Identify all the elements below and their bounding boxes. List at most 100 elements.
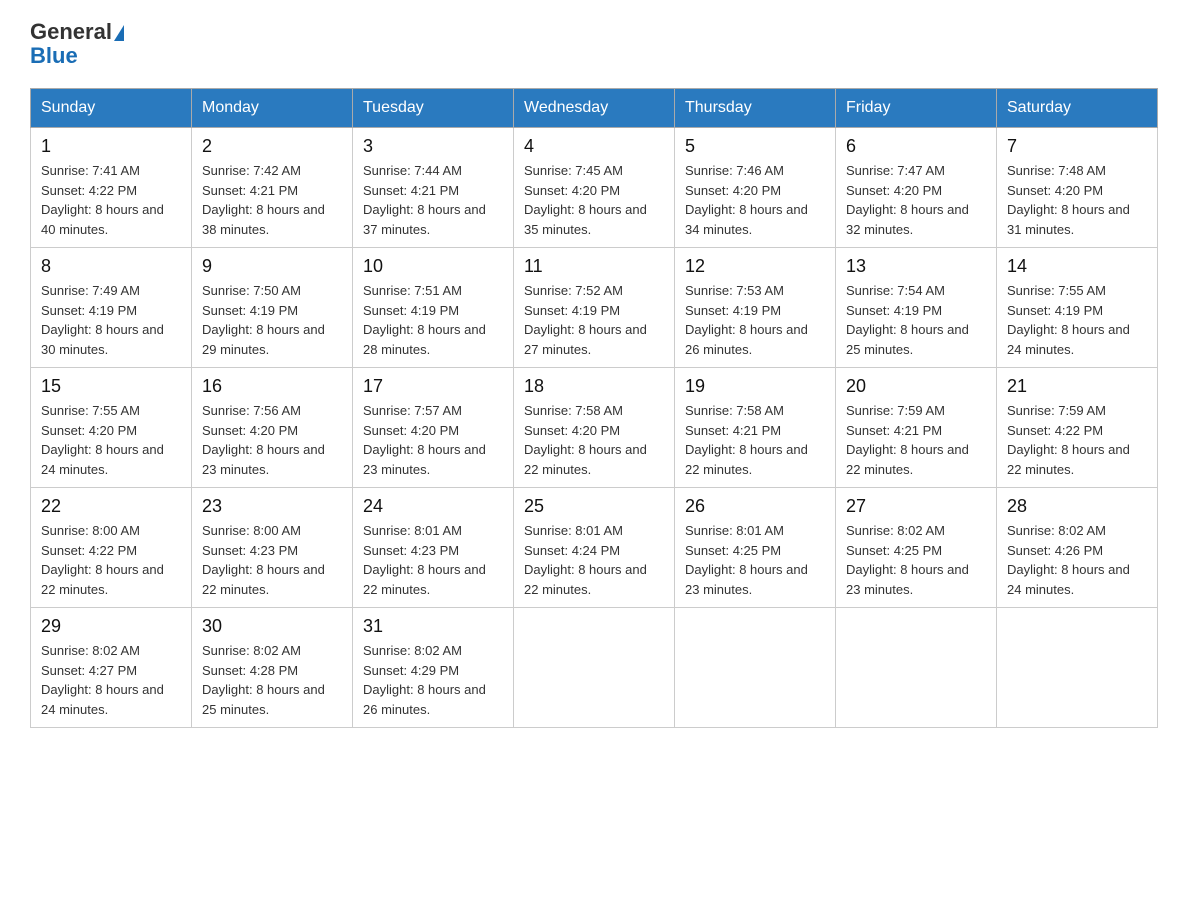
day-number: 5 xyxy=(685,136,825,157)
page-header: General Blue xyxy=(30,20,1158,68)
calendar-week-row: 1 Sunrise: 7:41 AM Sunset: 4:22 PM Dayli… xyxy=(31,128,1158,248)
calendar-day-cell: 11 Sunrise: 7:52 AM Sunset: 4:19 PM Dayl… xyxy=(514,248,675,368)
calendar-day-cell: 10 Sunrise: 7:51 AM Sunset: 4:19 PM Dayl… xyxy=(353,248,514,368)
day-info: Sunrise: 8:02 AM Sunset: 4:27 PM Dayligh… xyxy=(41,641,181,719)
day-info: Sunrise: 7:54 AM Sunset: 4:19 PM Dayligh… xyxy=(846,281,986,359)
day-info: Sunrise: 7:53 AM Sunset: 4:19 PM Dayligh… xyxy=(685,281,825,359)
day-info: Sunrise: 8:01 AM Sunset: 4:24 PM Dayligh… xyxy=(524,521,664,599)
calendar-day-cell: 13 Sunrise: 7:54 AM Sunset: 4:19 PM Dayl… xyxy=(836,248,997,368)
calendar-header-row: Sunday Monday Tuesday Wednesday Thursday… xyxy=(31,89,1158,128)
day-info: Sunrise: 8:00 AM Sunset: 4:23 PM Dayligh… xyxy=(202,521,342,599)
day-info: Sunrise: 8:02 AM Sunset: 4:29 PM Dayligh… xyxy=(363,641,503,719)
day-info: Sunrise: 7:58 AM Sunset: 4:20 PM Dayligh… xyxy=(524,401,664,479)
day-info: Sunrise: 8:01 AM Sunset: 4:25 PM Dayligh… xyxy=(685,521,825,599)
day-info: Sunrise: 7:59 AM Sunset: 4:22 PM Dayligh… xyxy=(1007,401,1147,479)
calendar-day-cell: 1 Sunrise: 7:41 AM Sunset: 4:22 PM Dayli… xyxy=(31,128,192,248)
day-number: 23 xyxy=(202,496,342,517)
day-info: Sunrise: 7:56 AM Sunset: 4:20 PM Dayligh… xyxy=(202,401,342,479)
calendar-day-cell: 23 Sunrise: 8:00 AM Sunset: 4:23 PM Dayl… xyxy=(192,488,353,608)
calendar-day-cell: 9 Sunrise: 7:50 AM Sunset: 4:19 PM Dayli… xyxy=(192,248,353,368)
calendar-table: Sunday Monday Tuesday Wednesday Thursday… xyxy=(30,88,1158,728)
calendar-day-cell: 26 Sunrise: 8:01 AM Sunset: 4:25 PM Dayl… xyxy=(675,488,836,608)
day-number: 8 xyxy=(41,256,181,277)
logo: General Blue xyxy=(30,20,124,68)
day-info: Sunrise: 7:55 AM Sunset: 4:20 PM Dayligh… xyxy=(41,401,181,479)
day-info: Sunrise: 7:42 AM Sunset: 4:21 PM Dayligh… xyxy=(202,161,342,239)
calendar-day-cell: 27 Sunrise: 8:02 AM Sunset: 4:25 PM Dayl… xyxy=(836,488,997,608)
calendar-day-cell: 16 Sunrise: 7:56 AM Sunset: 4:20 PM Dayl… xyxy=(192,368,353,488)
day-number: 13 xyxy=(846,256,986,277)
logo-blue-text: Blue xyxy=(30,44,124,68)
day-number: 20 xyxy=(846,376,986,397)
day-number: 28 xyxy=(1007,496,1147,517)
calendar-day-cell: 31 Sunrise: 8:02 AM Sunset: 4:29 PM Dayl… xyxy=(353,608,514,728)
logo-general-text: General xyxy=(30,19,112,44)
day-number: 9 xyxy=(202,256,342,277)
day-number: 12 xyxy=(685,256,825,277)
day-number: 24 xyxy=(363,496,503,517)
calendar-day-cell: 22 Sunrise: 8:00 AM Sunset: 4:22 PM Dayl… xyxy=(31,488,192,608)
day-info: Sunrise: 7:59 AM Sunset: 4:21 PM Dayligh… xyxy=(846,401,986,479)
day-number: 4 xyxy=(524,136,664,157)
col-thursday: Thursday xyxy=(675,89,836,128)
col-monday: Monday xyxy=(192,89,353,128)
day-number: 15 xyxy=(41,376,181,397)
day-info: Sunrise: 8:02 AM Sunset: 4:25 PM Dayligh… xyxy=(846,521,986,599)
day-number: 11 xyxy=(524,256,664,277)
calendar-day-cell: 2 Sunrise: 7:42 AM Sunset: 4:21 PM Dayli… xyxy=(192,128,353,248)
calendar-day-cell: 20 Sunrise: 7:59 AM Sunset: 4:21 PM Dayl… xyxy=(836,368,997,488)
calendar-day-cell: 24 Sunrise: 8:01 AM Sunset: 4:23 PM Dayl… xyxy=(353,488,514,608)
calendar-day-cell: 17 Sunrise: 7:57 AM Sunset: 4:20 PM Dayl… xyxy=(353,368,514,488)
col-tuesday: Tuesday xyxy=(353,89,514,128)
day-number: 17 xyxy=(363,376,503,397)
calendar-day-cell xyxy=(675,608,836,728)
day-number: 2 xyxy=(202,136,342,157)
day-number: 16 xyxy=(202,376,342,397)
day-number: 27 xyxy=(846,496,986,517)
day-number: 10 xyxy=(363,256,503,277)
calendar-day-cell: 15 Sunrise: 7:55 AM Sunset: 4:20 PM Dayl… xyxy=(31,368,192,488)
day-number: 29 xyxy=(41,616,181,637)
day-number: 1 xyxy=(41,136,181,157)
day-number: 31 xyxy=(363,616,503,637)
day-number: 25 xyxy=(524,496,664,517)
day-number: 6 xyxy=(846,136,986,157)
day-number: 22 xyxy=(41,496,181,517)
calendar-day-cell: 8 Sunrise: 7:49 AM Sunset: 4:19 PM Dayli… xyxy=(31,248,192,368)
day-info: Sunrise: 8:02 AM Sunset: 4:28 PM Dayligh… xyxy=(202,641,342,719)
calendar-week-row: 29 Sunrise: 8:02 AM Sunset: 4:27 PM Dayl… xyxy=(31,608,1158,728)
day-info: Sunrise: 7:44 AM Sunset: 4:21 PM Dayligh… xyxy=(363,161,503,239)
calendar-week-row: 8 Sunrise: 7:49 AM Sunset: 4:19 PM Dayli… xyxy=(31,248,1158,368)
day-number: 26 xyxy=(685,496,825,517)
day-info: Sunrise: 7:57 AM Sunset: 4:20 PM Dayligh… xyxy=(363,401,503,479)
col-friday: Friday xyxy=(836,89,997,128)
calendar-day-cell: 14 Sunrise: 7:55 AM Sunset: 4:19 PM Dayl… xyxy=(997,248,1158,368)
day-info: Sunrise: 8:02 AM Sunset: 4:26 PM Dayligh… xyxy=(1007,521,1147,599)
day-info: Sunrise: 7:47 AM Sunset: 4:20 PM Dayligh… xyxy=(846,161,986,239)
calendar-day-cell: 12 Sunrise: 7:53 AM Sunset: 4:19 PM Dayl… xyxy=(675,248,836,368)
logo-triangle-icon xyxy=(114,25,124,41)
day-info: Sunrise: 7:55 AM Sunset: 4:19 PM Dayligh… xyxy=(1007,281,1147,359)
day-number: 7 xyxy=(1007,136,1147,157)
calendar-day-cell: 7 Sunrise: 7:48 AM Sunset: 4:20 PM Dayli… xyxy=(997,128,1158,248)
day-number: 18 xyxy=(524,376,664,397)
calendar-day-cell xyxy=(514,608,675,728)
calendar-day-cell: 4 Sunrise: 7:45 AM Sunset: 4:20 PM Dayli… xyxy=(514,128,675,248)
day-info: Sunrise: 8:00 AM Sunset: 4:22 PM Dayligh… xyxy=(41,521,181,599)
day-number: 19 xyxy=(685,376,825,397)
day-number: 21 xyxy=(1007,376,1147,397)
calendar-day-cell: 19 Sunrise: 7:58 AM Sunset: 4:21 PM Dayl… xyxy=(675,368,836,488)
day-info: Sunrise: 7:41 AM Sunset: 4:22 PM Dayligh… xyxy=(41,161,181,239)
calendar-day-cell: 6 Sunrise: 7:47 AM Sunset: 4:20 PM Dayli… xyxy=(836,128,997,248)
day-info: Sunrise: 7:51 AM Sunset: 4:19 PM Dayligh… xyxy=(363,281,503,359)
day-info: Sunrise: 8:01 AM Sunset: 4:23 PM Dayligh… xyxy=(363,521,503,599)
col-wednesday: Wednesday xyxy=(514,89,675,128)
calendar-day-cell: 25 Sunrise: 8:01 AM Sunset: 4:24 PM Dayl… xyxy=(514,488,675,608)
calendar-week-row: 22 Sunrise: 8:00 AM Sunset: 4:22 PM Dayl… xyxy=(31,488,1158,608)
day-number: 14 xyxy=(1007,256,1147,277)
day-info: Sunrise: 7:49 AM Sunset: 4:19 PM Dayligh… xyxy=(41,281,181,359)
day-info: Sunrise: 7:50 AM Sunset: 4:19 PM Dayligh… xyxy=(202,281,342,359)
col-sunday: Sunday xyxy=(31,89,192,128)
calendar-day-cell xyxy=(836,608,997,728)
col-saturday: Saturday xyxy=(997,89,1158,128)
